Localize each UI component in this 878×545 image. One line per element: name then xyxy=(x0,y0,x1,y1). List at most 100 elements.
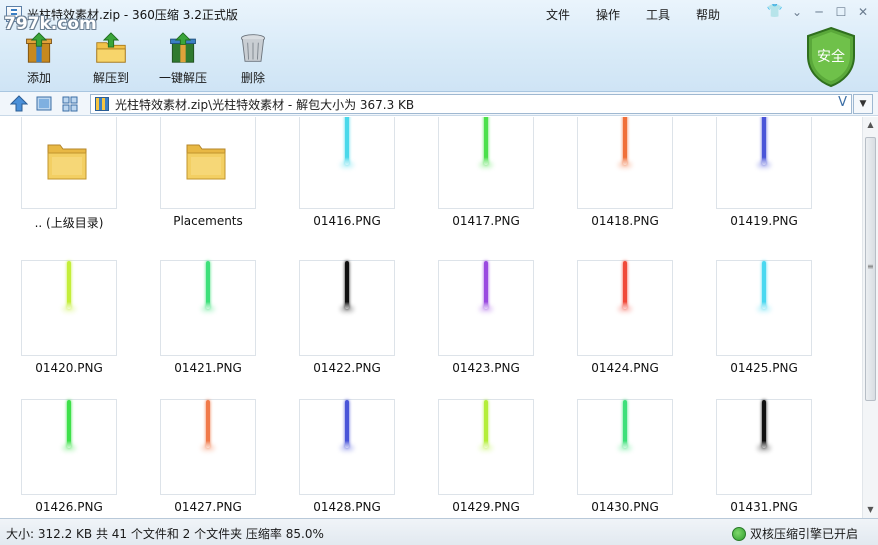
address-bar: 光柱特效素材.zip\光柱特效素材 - 解包大小为 367.3 KB V ▼ xyxy=(0,92,878,116)
file-thumbnail xyxy=(438,260,534,356)
file-name: 01420.PNG xyxy=(35,361,103,375)
file-item[interactable]: 01416.PNG xyxy=(287,117,407,228)
file-name: 01428.PNG xyxy=(313,500,381,514)
menu-file[interactable]: 文件 xyxy=(546,5,570,24)
one-click-extract-label: 一键解压 xyxy=(158,71,207,85)
file-thumbnail xyxy=(160,117,256,209)
file-thumbnail xyxy=(21,399,117,495)
light-beam-preview xyxy=(206,261,210,309)
security-shield-badge[interactable]: 安全 xyxy=(804,26,858,88)
file-item[interactable]: 01423.PNG xyxy=(426,260,546,375)
light-beam-preview xyxy=(345,400,349,448)
add-archive-icon xyxy=(26,32,52,63)
file-item[interactable]: 01421.PNG xyxy=(148,260,268,375)
file-name: .. (上级目录) xyxy=(34,216,104,230)
menu-help[interactable]: 帮助 xyxy=(696,5,720,24)
file-item[interactable]: 01429.PNG xyxy=(426,399,546,514)
file-grid: .. (上级目录) Placements 01416.PNG 01417.PNG 014… xyxy=(0,117,862,518)
file-item[interactable]: 01430.PNG xyxy=(565,399,685,514)
path-dropdown-icon[interactable]: ▼ xyxy=(853,94,873,114)
light-beam-preview xyxy=(762,400,766,448)
file-item[interactable]: 01431.PNG xyxy=(704,399,824,514)
file-name: 01424.PNG xyxy=(591,361,659,375)
file-thumbnail xyxy=(438,399,534,495)
file-item[interactable]: 01424.PNG xyxy=(565,260,685,375)
light-beam-preview xyxy=(484,117,488,165)
delete-button[interactable]: 删除 xyxy=(218,30,288,86)
safe-label: 安全 xyxy=(817,48,845,65)
skin-icon[interactable]: 👕 xyxy=(766,4,784,20)
menu-operation[interactable]: 操作 xyxy=(596,5,620,24)
file-name: 01429.PNG xyxy=(452,500,520,514)
light-beam-preview xyxy=(762,117,766,165)
light-beam-preview xyxy=(67,261,71,309)
extract-to-button[interactable]: 解压到 xyxy=(76,30,146,86)
trash-icon xyxy=(241,34,265,62)
file-name: 01422.PNG xyxy=(313,361,381,375)
status-bar: 大小: 312.2 KB 共 41 个文件和 2 个文件夹 压缩率 85.0% … xyxy=(0,518,878,545)
add-label: 添加 xyxy=(26,71,51,85)
file-name: 01430.PNG xyxy=(591,500,659,514)
light-beam-preview xyxy=(484,400,488,448)
file-item[interactable]: 01427.PNG xyxy=(148,399,268,514)
extract-folder-icon xyxy=(96,32,126,63)
light-beam-preview xyxy=(623,117,627,165)
file-item[interactable]: 01419.PNG xyxy=(704,117,824,228)
file-item[interactable]: 01417.PNG xyxy=(426,117,546,228)
engine-status-icon xyxy=(731,526,746,541)
zip-file-icon xyxy=(95,97,109,111)
file-name: Placements xyxy=(173,214,243,228)
list-view-icon[interactable] xyxy=(61,95,79,112)
file-item[interactable]: 01426.PNG xyxy=(9,399,129,514)
close-icon[interactable]: ✕ xyxy=(854,4,872,20)
file-item[interactable]: 01422.PNG xyxy=(287,260,407,375)
engine-status-text: 双核压缩引擎已开启 xyxy=(749,527,858,541)
delete-label: 删除 xyxy=(240,71,265,85)
light-beam-preview xyxy=(762,261,766,309)
file-thumbnail xyxy=(21,260,117,356)
scroll-up-icon[interactable]: ▲ xyxy=(863,117,878,133)
file-name: 01418.PNG xyxy=(591,214,659,228)
file-thumbnail xyxy=(160,399,256,495)
one-click-extract-icon xyxy=(170,32,196,63)
file-item[interactable]: 01428.PNG xyxy=(287,399,407,514)
menu-caret-icon[interactable]: ⌄ xyxy=(788,4,806,20)
light-beam-preview xyxy=(67,400,71,448)
scroll-down-icon[interactable]: ▼ xyxy=(863,502,878,518)
add-button[interactable]: 添加 xyxy=(10,30,68,86)
file-item[interactable]: 01420.PNG xyxy=(9,260,129,375)
file-name: 01419.PNG xyxy=(730,214,798,228)
minimize-icon[interactable]: ─ xyxy=(810,4,828,20)
file-thumbnail xyxy=(160,260,256,356)
extract-to-label: 解压到 xyxy=(92,71,129,85)
one-click-extract-button[interactable]: 一键解压 xyxy=(148,30,218,86)
folder-item[interactable]: Placements xyxy=(148,117,268,228)
vertical-scrollbar[interactable]: ▲ ≡ ▼ xyxy=(862,117,878,518)
file-item[interactable]: 01425.PNG xyxy=(704,260,824,375)
up-arrow-icon[interactable] xyxy=(10,95,28,112)
menu-tools[interactable]: 工具 xyxy=(646,5,670,24)
file-name: 01417.PNG xyxy=(452,214,520,228)
light-beam-preview xyxy=(345,117,349,165)
file-item[interactable]: 01418.PNG xyxy=(565,117,685,228)
archive-summary: 大小: 312.2 KB 共 41 个文件和 2 个文件夹 压缩率 85.0% xyxy=(6,527,324,541)
file-thumbnail xyxy=(716,117,812,209)
file-name: 01416.PNG xyxy=(313,214,381,228)
file-name: 01427.PNG xyxy=(174,500,242,514)
file-thumbnail xyxy=(577,399,673,495)
file-thumbnail xyxy=(21,117,117,209)
file-name: 01421.PNG xyxy=(174,361,242,375)
maximize-icon[interactable]: ☐ xyxy=(832,4,850,20)
thumbnail-view-icon[interactable] xyxy=(35,95,53,112)
folder-icon xyxy=(186,144,226,180)
path-field[interactable]: 光柱特效素材.zip\光柱特效素材 - 解包大小为 367.3 KB V xyxy=(90,94,852,114)
light-beam-preview xyxy=(345,261,349,309)
file-thumbnail xyxy=(299,399,395,495)
file-name: 01426.PNG xyxy=(35,500,103,514)
folder-icon xyxy=(47,144,87,180)
menu-bar: 文件 操作 工具 帮助 xyxy=(540,5,720,24)
file-thumbnail xyxy=(299,117,395,209)
folder-item[interactable]: .. (上级目录) xyxy=(9,117,129,231)
engine-status: 双核压缩引擎已开启 xyxy=(731,525,858,542)
file-name: 01423.PNG xyxy=(452,361,520,375)
